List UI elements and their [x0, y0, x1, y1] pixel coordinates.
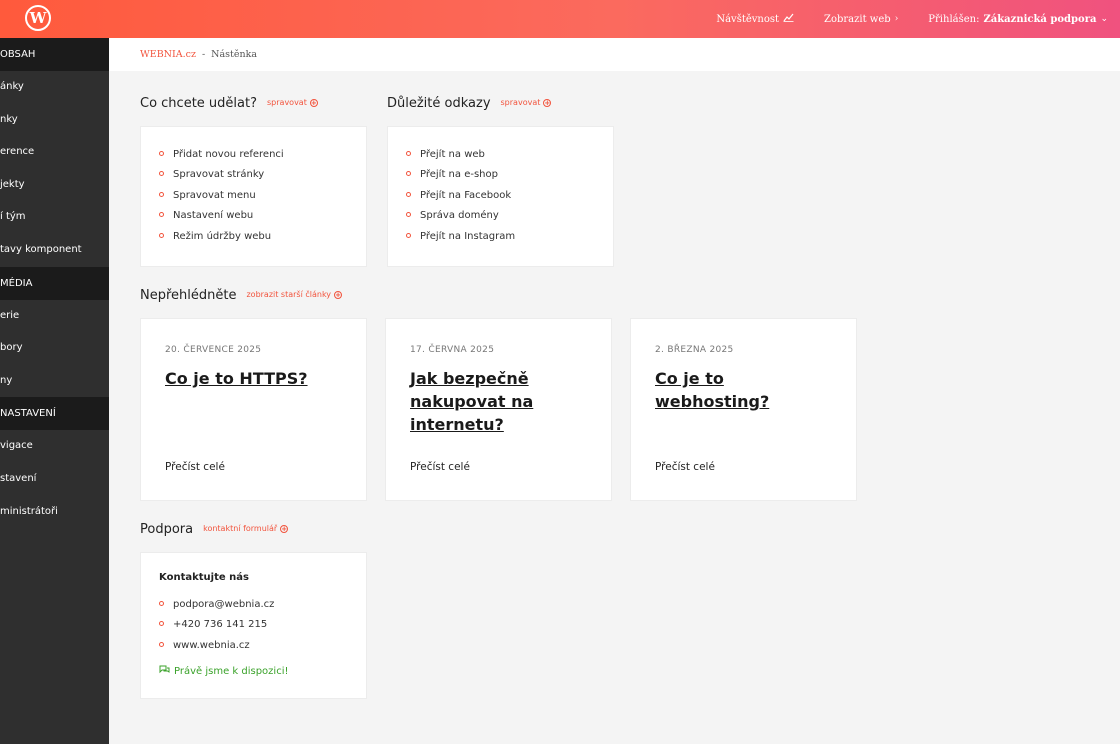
links-title: Důležité odkazy [387, 96, 491, 111]
breadcrumb-current: Nástěnka [211, 49, 258, 60]
article-read-more-link[interactable]: Přečíst celé [655, 461, 715, 473]
breadcrumb-site-link[interactable]: WEBNIA.cz [140, 49, 196, 60]
article-date: 2. BŘEZNA 2025 [655, 345, 734, 355]
view-web-label: Zobrazit web [824, 13, 891, 25]
action-maintenance-mode[interactable]: Režim údržby webu [159, 229, 366, 249]
links-list: Přejít na web Přejít na e-shop Přejít na… [388, 127, 613, 249]
actions-section-title: Co chcete udělat? spravovat + [140, 96, 318, 111]
support-phone[interactable]: +420 736 141 215 [159, 617, 274, 637]
chevron-down-icon: ⌄ [1100, 14, 1108, 24]
actions-title: Co chcete udělat? [140, 96, 257, 111]
link-go-to-web[interactable]: Přejít na web [406, 147, 613, 167]
bullet-icon [159, 151, 164, 156]
sidebar-section-obsah: OBSAH [0, 38, 109, 71]
sidebar-item-stranky[interactable]: nky [0, 104, 109, 137]
sidebar-item-komponenty[interactable]: tavy komponent [0, 234, 109, 267]
bullet-icon [159, 641, 164, 647]
link-go-to-instagram[interactable]: Přejít na Instagram [406, 229, 613, 249]
breadcrumb-separator: - [201, 49, 206, 60]
link-domain-management[interactable]: Správa domény [406, 208, 613, 228]
action-add-reference[interactable]: Přidat novou referenci [159, 147, 366, 167]
view-web-link[interactable]: Zobrazit web › [824, 14, 898, 25]
sidebar: OBSAH ánky nky erence jekty í tým tavy k… [0, 38, 109, 744]
bullet-icon [406, 191, 411, 197]
bullet-icon [159, 212, 164, 218]
link-go-to-eshop[interactable]: Přejít na e-shop [406, 167, 613, 187]
news-title: Nepřehlédněte [140, 288, 237, 303]
article-card: 2. BŘEZNA 2025 Co je to webhosting? Přeč… [630, 318, 857, 501]
plus-circle-icon: + [334, 291, 343, 299]
sidebar-item-nastaveni[interactable]: stavení [0, 463, 109, 496]
article-read-more-link[interactable]: Přečíst celé [165, 461, 225, 473]
breadcrumb: WEBNIA.cz - Nástěnka [109, 38, 1120, 71]
links-card: Přejít na web Přejít na e-shop Přejít na… [387, 126, 614, 267]
article-read-more-link[interactable]: Přečíst celé [410, 461, 470, 473]
sidebar-item-projekty[interactable]: jekty [0, 169, 109, 202]
bullet-icon [159, 191, 164, 197]
action-web-settings[interactable]: Nastavení webu [159, 208, 366, 228]
article-date: 17. ČERVNA 2025 [410, 345, 495, 355]
article-date: 20. ČERVENCE 2025 [165, 345, 262, 355]
support-section-title: Podpora kontaktní formulář + [140, 522, 289, 537]
visits-link[interactable]: Návštěvnost [716, 13, 794, 25]
support-email[interactable]: podpora@webnia.cz [159, 597, 274, 617]
bullet-icon [406, 171, 411, 177]
logged-in-label: Přihlášen: [928, 13, 980, 25]
support-title: Podpora [140, 522, 194, 537]
support-availability-status: Právě jsme k dispozici! [159, 665, 289, 677]
support-status-text: Právě jsme k dispozici! [174, 666, 289, 677]
bullet-icon [159, 171, 164, 177]
sidebar-item-navigace[interactable]: vigace [0, 430, 109, 463]
sidebar-section-media: MÉDIA [0, 266, 109, 300]
article-title-link[interactable]: Co je to webhosting? [655, 367, 835, 413]
bullet-icon [159, 232, 164, 238]
bullet-icon [406, 212, 411, 218]
visits-label: Návštěvnost [716, 13, 780, 25]
sidebar-item-tym[interactable]: í tým [0, 201, 109, 234]
user-menu[interactable]: Přihlášen: Zákaznická podpora ⌄ [928, 14, 1108, 25]
actions-manage-link[interactable]: spravovat + [267, 98, 318, 107]
top-nav: Návštěvnost Zobrazit web › Přihlášen: Zá… [686, 0, 1108, 38]
plus-circle-icon: + [543, 99, 552, 107]
bullet-icon [159, 601, 164, 606]
sidebar-item-ny[interactable]: ny [0, 365, 109, 398]
support-contact-list: podpora@webnia.cz +420 736 141 215 www.w… [159, 597, 274, 658]
sidebar-item-administratori[interactable]: ministrátoři [0, 496, 109, 529]
bullet-icon [406, 151, 411, 156]
action-manage-pages[interactable]: Spravovat stránky [159, 167, 366, 187]
support-website[interactable]: www.webnia.cz [159, 638, 274, 658]
chat-bubbles-icon [159, 665, 170, 677]
support-contact-heading: Kontaktujte nás [159, 572, 249, 583]
webnia-logo[interactable]: W [25, 5, 51, 31]
link-go-to-facebook[interactable]: Přejít na Facebook [406, 188, 613, 208]
sidebar-item-reference[interactable]: erence [0, 136, 109, 169]
action-manage-menu[interactable]: Spravovat menu [159, 188, 366, 208]
top-bar: W Návštěvnost Zobrazit web › Přihlášen: … [0, 0, 1120, 38]
support-card: Kontaktujte nás podpora@webnia.cz +420 7… [140, 552, 367, 699]
links-manage-link[interactable]: spravovat + [501, 98, 552, 107]
plus-circle-icon: + [280, 525, 289, 533]
support-form-link[interactable]: kontaktní formulář + [203, 524, 289, 533]
article-title-link[interactable]: Jak bezpečně nakupovat na internetu? [410, 367, 590, 436]
actions-card: Přidat novou referenci Spravovat stránky… [140, 126, 367, 267]
bullet-icon [406, 232, 411, 238]
news-section-title: Nepřehlédněte zobrazit starší články + [140, 288, 343, 303]
actions-list: Přidat novou referenci Spravovat stránky… [141, 127, 366, 249]
links-section-title: Důležité odkazy spravovat + [387, 96, 552, 111]
article-card: 20. ČERVENCE 2025 Co je to HTTPS? Přečís… [140, 318, 367, 501]
news-older-link[interactable]: zobrazit starší články + [246, 290, 343, 299]
bullet-icon [159, 621, 164, 627]
sidebar-item-clanky[interactable]: ánky [0, 71, 109, 104]
trend-chart-icon [783, 13, 794, 25]
article-title-link[interactable]: Co je to HTTPS? [165, 367, 345, 390]
article-card: 17. ČERVNA 2025 Jak bezpečně nakupovat n… [385, 318, 612, 501]
sidebar-section-nastaveni: NASTAVENÍ [0, 397, 109, 431]
chevron-right-icon: › [894, 14, 899, 24]
sidebar-item-soubory[interactable]: bory [0, 332, 109, 365]
plus-circle-icon: + [309, 99, 318, 107]
sidebar-item-galerie[interactable]: erie [0, 300, 109, 333]
user-name: Zákaznická podpora [983, 13, 1097, 25]
